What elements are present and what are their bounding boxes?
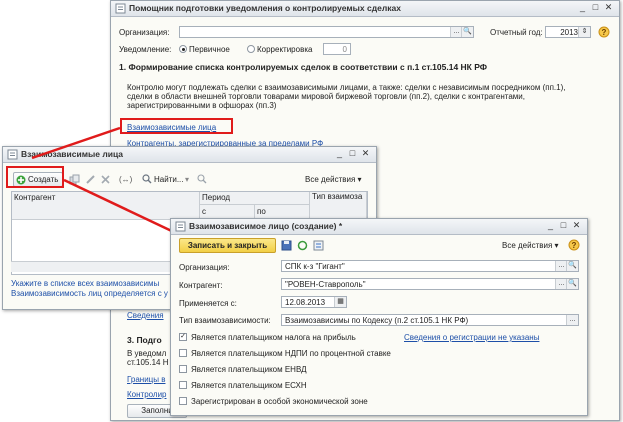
applies-label: Применяется с: [179, 299, 237, 308]
create-org-label: Организация: [179, 263, 230, 272]
form-icon [175, 221, 186, 232]
create-org-value: СПК к-з "Гигант" [285, 262, 345, 271]
checkbox-sez-label: Зарегистрирован в особой экономической з… [191, 397, 368, 406]
registration-link[interactable]: Сведения о регистрации не указаны [404, 333, 539, 342]
checkbox-mining-tax[interactable] [179, 349, 187, 357]
checkbox-eskhn-label: Является плательщиком ЕСХН [191, 381, 307, 390]
counterparty-value: "РОВЕН-Ставрополь" [285, 280, 366, 289]
checkbox-envd[interactable] [179, 365, 187, 373]
checkbox-envd-label: Является плательщиком ЕНВД [191, 365, 307, 374]
create-title: Взаимозависимое лицо (создание) * [189, 221, 343, 231]
create-org-field[interactable]: СПК к-з "Гигант" ... 🔍 [281, 260, 579, 272]
save-close-button[interactable]: Записать и закрыть [179, 238, 276, 253]
calendar-icon[interactable]: ▦ [334, 297, 346, 307]
close-icon[interactable]: ✕ [570, 220, 583, 231]
applies-date-value: 12.08.2013 [285, 298, 326, 307]
svg-text:?: ? [572, 241, 577, 250]
create-titlebar: Взаимозависимое лицо (создание) * _ □ ✕ [171, 219, 587, 235]
search-icon[interactable]: 🔍 [566, 279, 578, 289]
type-field[interactable]: Взаимозависимы по Кодексу (п.2 ст.105.1 … [281, 314, 579, 326]
counterparty-label: Контрагент: [179, 281, 223, 290]
all-actions-create[interactable]: Все действия ▾ [502, 241, 559, 250]
search-icon[interactable]: 🔍 [566, 261, 578, 271]
maximize-icon[interactable]: □ [557, 220, 570, 230]
checkbox-profit-tax[interactable]: ✓ [179, 333, 187, 341]
refresh-icon[interactable] [297, 240, 308, 251]
create-related-window: Взаимозависимое лицо (создание) * _ □ ✕ За… [170, 218, 588, 416]
applies-date-field[interactable]: 12.08.2013 ▦ [281, 296, 347, 308]
save-close-label: Записать и закрыть [187, 241, 268, 250]
save-icon[interactable] [281, 240, 292, 251]
checkbox-profit-tax-label: Является плательщиком налога на прибыль [191, 333, 356, 342]
checkbox-eskhn[interactable] [179, 381, 187, 389]
help-icon[interactable]: ? [568, 239, 580, 251]
select-icon[interactable]: ... [566, 315, 578, 325]
checkbox-sez[interactable] [179, 397, 187, 405]
structure-icon[interactable] [313, 240, 324, 251]
type-label: Тип взаимозависимости: [179, 316, 271, 325]
type-value: Взаимозависимы по Кодексу (п.2 ст.105.1 … [285, 316, 469, 325]
minimize-icon[interactable]: _ [544, 220, 557, 230]
checkbox-mining-tax-label: Является плательщиком НДПИ по процентной… [191, 349, 391, 358]
counterparty-field[interactable]: "РОВЕН-Ставрополь" ... 🔍 [281, 278, 579, 290]
